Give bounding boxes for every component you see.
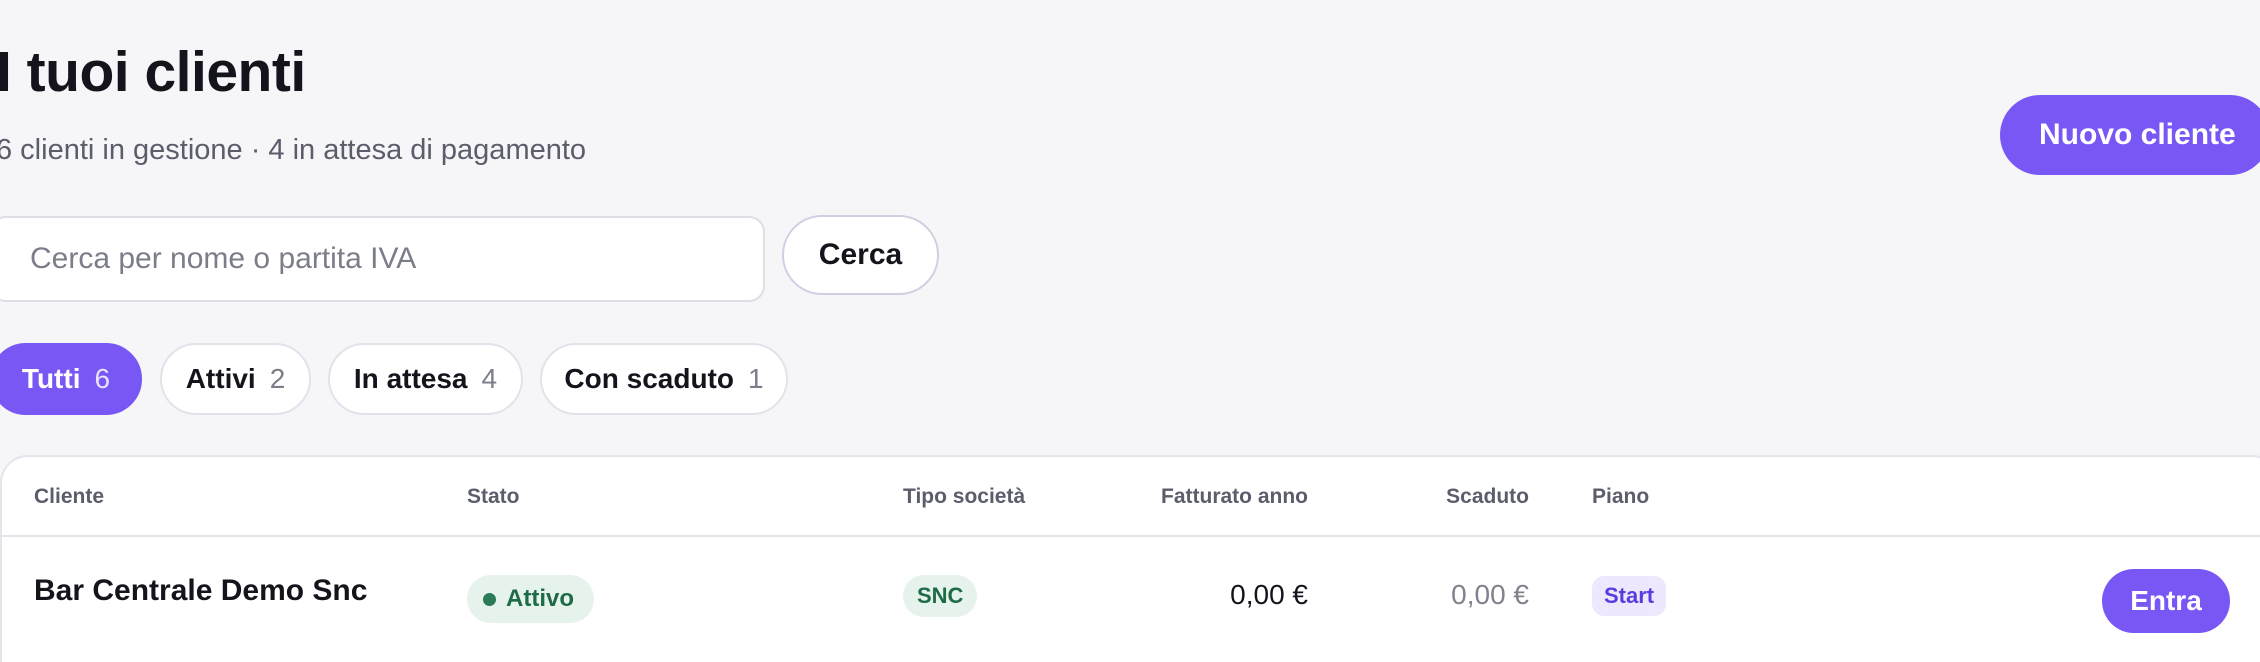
page-title: I tuoi clienti	[0, 40, 306, 104]
enter-client-button[interactable]: Entra	[2102, 569, 2230, 633]
filter-chip-active[interactable]: Attivi 2	[160, 343, 311, 415]
column-header-status: Stato	[467, 485, 520, 508]
filter-chip-count: 4	[481, 363, 498, 394]
filter-chip-count: 2	[269, 363, 286, 394]
search-button[interactable]: Cerca	[782, 215, 939, 295]
clients-page: I tuoi clienti 6 clienti in gestione · 4…	[0, 0, 2260, 662]
search-input[interactable]	[0, 216, 765, 302]
status-badge: Attivo	[467, 575, 594, 623]
filter-chip-count: 1	[747, 363, 764, 394]
clients-table: Cliente Stato Tipo società Fatturato ann…	[0, 455, 2260, 662]
company-type-badge: SNC	[903, 575, 978, 617]
column-header-revenue: Fatturato anno	[1161, 485, 1308, 508]
filter-chip-all[interactable]: Tutti 6	[0, 343, 142, 415]
column-header-plan: Piano	[1592, 485, 1650, 508]
filter-chip-label: Attivi	[185, 363, 256, 394]
overdue-amount: 0,00 €	[1451, 579, 1529, 610]
filter-chip-pending[interactable]: In attesa 4	[328, 343, 523, 415]
filter-chip-count: 6	[94, 363, 111, 394]
page-subtitle: 6 clienti in gestione · 4 in attesa di p…	[0, 134, 587, 166]
table-header: Cliente Stato Tipo società Fatturato ann…	[2, 457, 2260, 537]
filter-chip-overdue[interactable]: Con scaduto 1	[540, 343, 788, 415]
column-header-overdue: Scaduto	[1446, 485, 1529, 508]
filter-chip-label: In attesa	[353, 363, 468, 394]
annual-revenue: 0,00 €	[1230, 579, 1308, 610]
new-client-button[interactable]: Nuovo cliente	[2000, 95, 2260, 175]
table-row[interactable]: Bar Centrale Demo Snc Attivo SNC 0,00 € …	[2, 539, 2260, 662]
status-label: Attivo	[506, 585, 574, 612]
filter-chip-label: Con scaduto	[564, 363, 734, 394]
plan-badge: Start	[1592, 576, 1667, 616]
client-name: Bar Centrale Demo Snc	[34, 574, 368, 607]
filter-chip-label: Tutti	[21, 363, 81, 394]
status-dot-icon	[483, 592, 496, 606]
column-header-client: Cliente	[34, 485, 105, 508]
column-header-company-type: Tipo società	[903, 485, 1026, 508]
